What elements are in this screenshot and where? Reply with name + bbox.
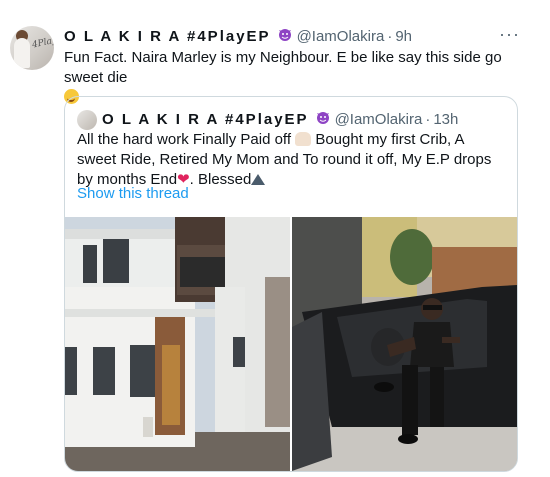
author-handle[interactable]: @IamOlakira [297,28,385,45]
quoted-text-part3: . Blessed [189,171,252,188]
quoted-text-part1: All the hard work Finally Paid off [77,131,291,148]
quoted-header: O L A K I R A #4PlayEP @IamOlakira · 13h [77,109,458,130]
house-illustration [65,217,290,471]
show-thread-link[interactable]: Show this thread [77,185,189,202]
quoted-author-name: O L A K I R A #4PlayEP [102,111,309,128]
car-illustration [292,217,517,471]
quoted-tweet[interactable]: O L A K I R A #4PlayEP @IamOlakira · 13h… [64,96,518,472]
car-photo[interactable] [292,217,517,471]
author-avatar[interactable]: 4Play [10,26,54,70]
tweet-header: O L A K I R A #4PlayEP @IamOlakira · 9h [64,26,510,46]
quoted-time: 13h [433,111,459,128]
author-name[interactable]: O L A K I R A #4PlayEP [64,28,271,45]
more-options-icon[interactable]: ··· [499,24,520,45]
mountain-icon [251,173,266,185]
tweet-text-content: Fun Fact. Naira Marley is my Neighbour. … [64,49,502,86]
quoted-text: All the hard work Finally Paid off Bough… [77,130,507,190]
avatar-signature: 4Play [31,35,54,51]
avatar-figure [14,38,30,68]
devil-face-icon [315,109,331,130]
separator: · [387,27,393,45]
separator: · [425,111,431,128]
devil-face-icon [277,26,293,47]
quoted-handle: @IamOlakira [334,111,423,128]
house-photo[interactable] [65,217,290,471]
praying-hands-icon [295,132,312,146]
quoted-avatar[interactable] [77,109,97,130]
tweet-time[interactable]: 9h [395,28,412,45]
